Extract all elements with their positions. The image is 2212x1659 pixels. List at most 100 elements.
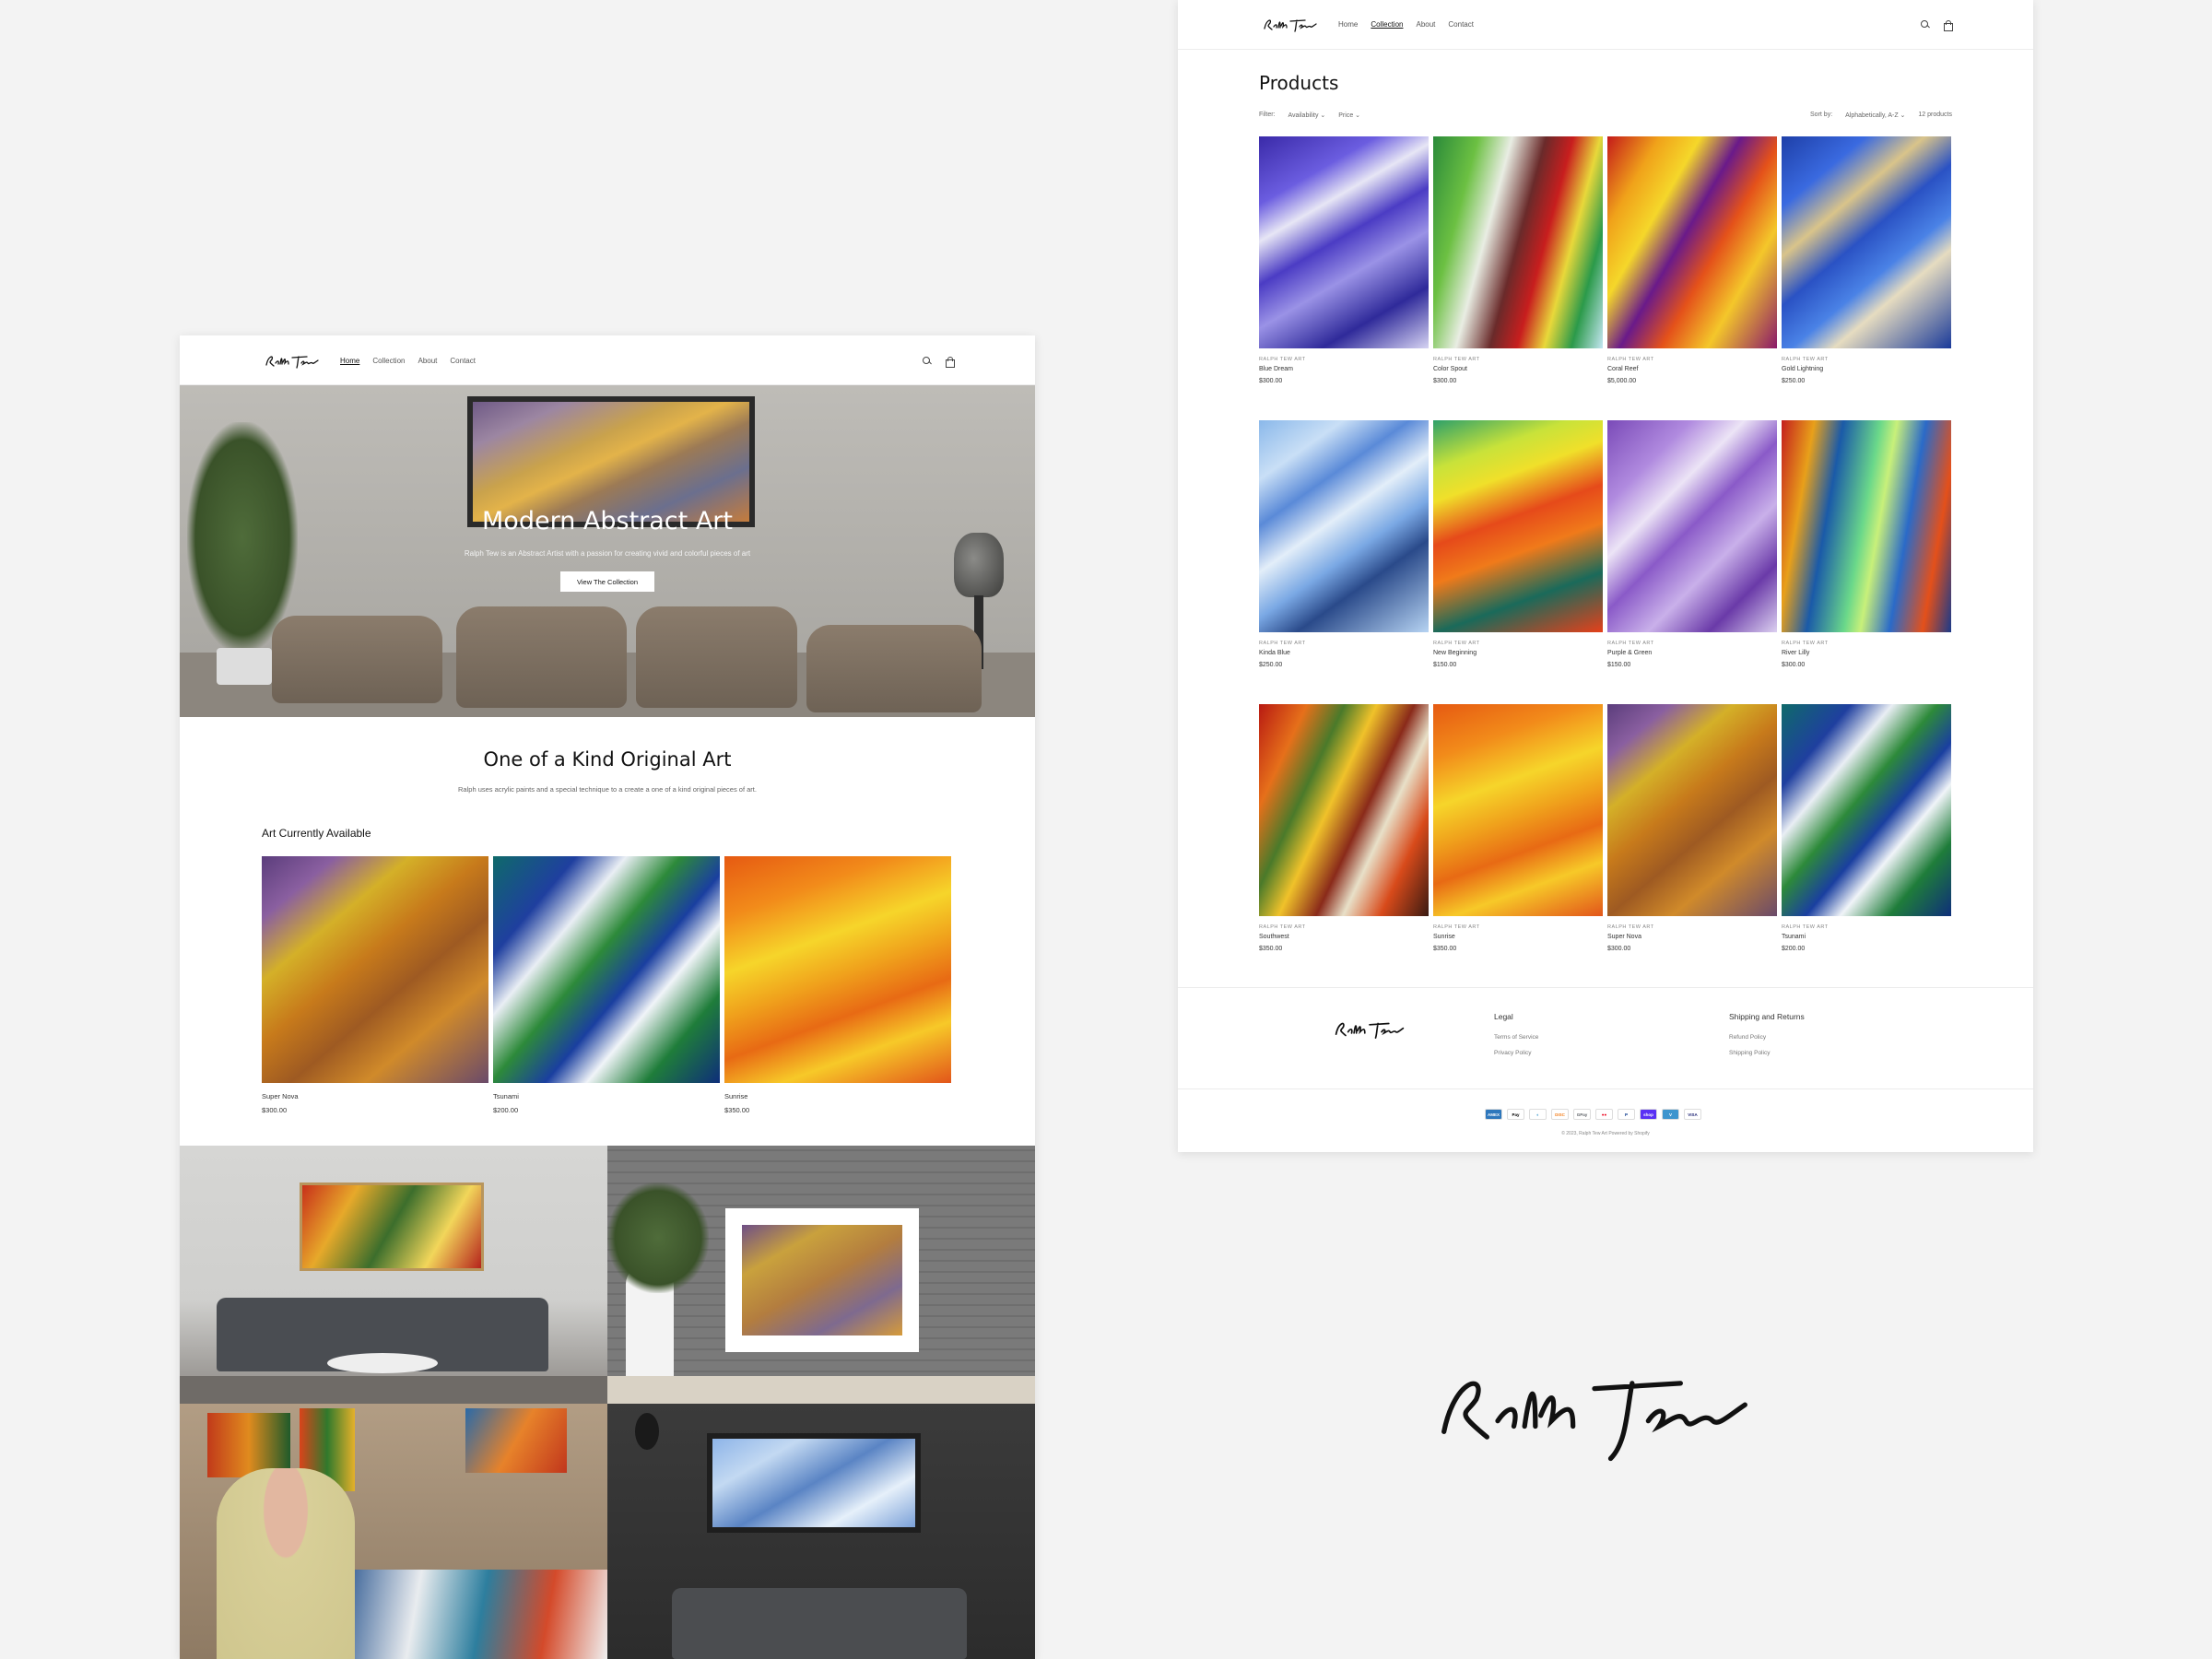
product-card[interactable]: RALPH TEW ART Tsunami $200.00 [1782,704,1951,952]
product-name[interactable]: Tsunami [1782,934,1951,940]
footer-link-privacy[interactable]: Privacy Policy [1494,1050,1531,1056]
product-card[interactable]: RALPH TEW ART Super Nova $300.00 [1607,704,1777,952]
product-image[interactable] [1433,420,1603,632]
product-name[interactable]: Southwest [1259,934,1429,940]
cart-icon[interactable] [1943,20,1953,31]
product-price: $250.00 [1782,378,1806,384]
product-price: $200.00 [1782,946,1806,952]
nav-collection[interactable]: Collection [1371,20,1403,29]
sort-select[interactable]: Alphabetically, A-Z ⌄ [1845,112,1905,119]
product-image[interactable] [1259,704,1429,916]
product-name[interactable]: New Beginning [1433,650,1603,656]
product-image[interactable] [1607,704,1777,916]
dark-room-sofa [672,1588,967,1659]
nav-home[interactable]: Home [340,357,359,365]
product-price: $150.00 [1433,662,1457,668]
product-card[interactable]: RALPH TEW ART New Beginning $150.00 [1433,420,1603,668]
featured-image[interactable] [262,856,488,1083]
product-name[interactable]: Gold Lightning [1782,366,1951,372]
hero-plant [187,422,298,653]
product-image[interactable] [1433,704,1603,916]
cart-icon[interactable] [945,357,955,368]
product-image[interactable] [1259,136,1429,348]
nav-collection[interactable]: Collection [372,357,405,365]
home-header: Home Collection About Contact [180,335,1035,385]
footer-shipping-title: Shipping and Returns [1729,1012,1805,1021]
product-card[interactable]: RALPH TEW ART Blue Dream $300.00 [1259,136,1429,384]
logo-signature[interactable] [265,352,320,371]
product-vendor: RALPH TEW ART [1433,924,1480,930]
featured-image[interactable] [493,856,720,1083]
product-vendor: RALPH TEW ART [1782,357,1829,362]
product-card[interactable]: RALPH TEW ART Gold Lightning $250.00 [1782,136,1951,384]
nav-contact[interactable]: Contact [1448,20,1474,29]
view-collection-button[interactable]: View The Collection [560,571,654,592]
search-icon[interactable] [1921,20,1930,29]
paypal-icon: P [1618,1109,1635,1120]
footer-link-shipping[interactable]: Shipping Policy [1729,1050,1770,1056]
filter-bar: Filter: Availability ⌄ Price ⌄ [1259,112,1360,119]
search-icon[interactable] [923,357,932,366]
lifestyle-brick-room [607,1146,1035,1404]
product-vendor: RALPH TEW ART [1607,924,1654,930]
product-image[interactable] [1782,420,1951,632]
filter-availability[interactable]: Availability ⌄ [1288,112,1326,119]
logo-signature[interactable] [1263,16,1318,34]
nav-about[interactable]: About [418,357,437,365]
product-card[interactable]: RALPH TEW ART River Lilly $300.00 [1782,420,1951,668]
product-name[interactable]: Sunrise [1433,934,1603,940]
product-card[interactable]: RALPH TEW ART Southwest $350.00 [1259,704,1429,952]
footer-legal-title: Legal [1494,1012,1513,1021]
product-card[interactable]: RALPH TEW ART Color Spout $300.00 [1433,136,1603,384]
featured-name[interactable]: Tsunami [493,1092,720,1100]
product-vendor: RALPH TEW ART [1259,641,1306,646]
footer-logo-signature[interactable] [1333,1018,1406,1041]
lifestyle-table [327,1353,438,1373]
product-image[interactable] [1607,420,1777,632]
room-plant [607,1182,709,1293]
product-card[interactable]: RALPH TEW ART Sunrise $350.00 [1433,704,1603,952]
product-vendor: RALPH TEW ART [1607,357,1654,362]
footer-link-refund[interactable]: Refund Policy [1729,1034,1766,1041]
product-image[interactable] [1782,704,1951,916]
floor-strip [607,1376,1035,1404]
products-page-window: Home Collection About Contact Products F… [1178,0,2033,1152]
dark-room-art [707,1433,921,1533]
product-name[interactable]: Super Nova [1607,934,1777,940]
featured-name[interactable]: Super Nova [262,1092,488,1100]
featured-card[interactable]: Sunrise $350.00 [724,856,951,1114]
nav-contact[interactable]: Contact [450,357,476,365]
sofa-seg-4 [806,625,982,712]
featured-image[interactable] [724,856,951,1083]
copyright-text: © 2023, Ralph Tew Art Powered by Shopify [1561,1131,1650,1136]
product-image[interactable] [1607,136,1777,348]
product-vendor: RALPH TEW ART [1259,357,1306,362]
featured-card[interactable]: Super Nova $300.00 [262,856,488,1114]
product-name[interactable]: Blue Dream [1259,366,1429,372]
product-name[interactable]: Kinda Blue [1259,650,1429,656]
nav-about[interactable]: About [1416,20,1435,29]
product-name[interactable]: River Lilly [1782,650,1951,656]
product-image[interactable] [1433,136,1603,348]
featured-card[interactable]: Tsunami $200.00 [493,856,720,1114]
lifestyle-floor [180,1376,607,1404]
product-card[interactable]: RALPH TEW ART Purple & Green $150.00 [1607,420,1777,668]
product-name[interactable]: Color Spout [1433,366,1603,372]
studio-art-3 [465,1408,567,1473]
product-name[interactable]: Coral Reef [1607,366,1777,372]
featured-name[interactable]: Sunrise [724,1092,951,1100]
filter-price[interactable]: Price ⌄ [1338,112,1360,119]
product-image[interactable] [1782,136,1951,348]
product-image[interactable] [1259,420,1429,632]
home-page-window: Home Collection About Contact Modern Abs… [180,335,1035,1659]
product-price: $350.00 [1259,946,1283,952]
footer-link-terms[interactable]: Terms of Service [1494,1034,1538,1041]
hero-subtitle: Ralph Tew is an Abstract Artist with a p… [464,549,751,558]
product-card[interactable]: RALPH TEW ART Kinda Blue $250.00 [1259,420,1429,668]
product-card[interactable]: RALPH TEW ART Coral Reef $5,000.00 [1607,136,1777,384]
header-icons [1921,20,1953,31]
product-vendor: RALPH TEW ART [1433,641,1480,646]
nav-home[interactable]: Home [1338,20,1358,29]
artist-figure [217,1468,355,1659]
product-name[interactable]: Purple & Green [1607,650,1777,656]
